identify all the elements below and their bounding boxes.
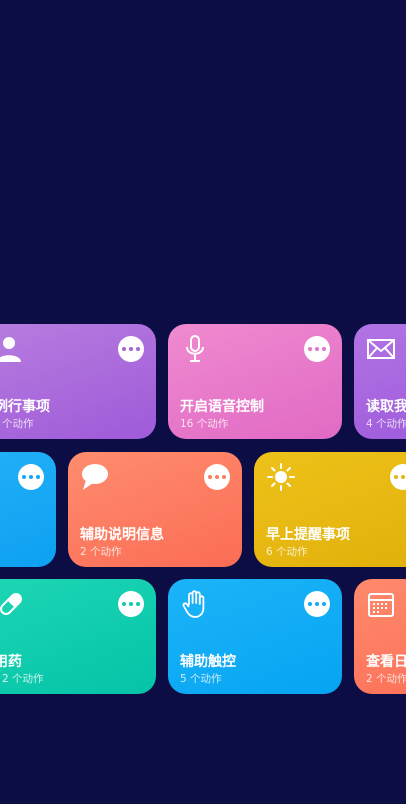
action-count: 5 个动作 — [180, 673, 222, 685]
more-options-button[interactable] — [118, 591, 144, 617]
action-count: 2 个动作 — [2, 673, 44, 685]
shortcut-title: 开启语音控制 — [180, 399, 264, 415]
shortcut-card-captions[interactable]: 辅助说明信息 2 个动作 — [68, 452, 242, 567]
hand-icon — [180, 589, 210, 619]
shortcut-title: 用药 — [0, 654, 22, 670]
shortcut-title: 读取我 — [366, 399, 406, 415]
shortcut-card-calendar[interactable]: 查看日 2 个动作 — [354, 579, 406, 694]
shortcut-card-partial[interactable] — [0, 452, 56, 567]
more-options-button[interactable] — [304, 591, 330, 617]
speech-bubble-icon — [80, 462, 110, 492]
shortcuts-gallery: 例行事项 个动作 开启语音控制 16 个动作 读取我 4 个动作 辅助说明信息 … — [0, 0, 406, 804]
shortcut-title: 辅助说明信息 — [80, 527, 164, 543]
more-options-button[interactable] — [204, 464, 230, 490]
shortcut-card-voice-control[interactable]: 开启语音控制 16 个动作 — [168, 324, 342, 439]
action-count: 个动作 — [2, 418, 34, 430]
shortcut-title: 查看日 — [366, 654, 406, 670]
sun-icon — [266, 462, 296, 492]
more-options-button[interactable] — [390, 464, 406, 490]
action-count: 6 个动作 — [266, 546, 308, 558]
envelope-icon — [366, 334, 396, 364]
shortcut-title: 例行事项 — [0, 399, 50, 415]
shortcut-card-morning-reminders[interactable]: 早上提醒事项 6 个动作 — [254, 452, 406, 567]
action-count: 4 个动作 — [366, 418, 406, 430]
action-count: 2 个动作 — [366, 673, 406, 685]
calendar-icon — [366, 589, 396, 619]
shortcut-card-read-me[interactable]: 读取我 4 个动作 — [354, 324, 406, 439]
pill-icon — [0, 589, 26, 619]
more-options-button[interactable] — [118, 336, 144, 362]
action-count: 2 个动作 — [80, 546, 122, 558]
shortcut-card-assistive-touch[interactable]: 辅助触控 5 个动作 — [168, 579, 342, 694]
shortcut-card-routine[interactable]: 例行事项 个动作 — [0, 324, 156, 439]
shortcut-card-medication[interactable]: 用药 2 个动作 — [0, 579, 156, 694]
more-options-button[interactable] — [304, 336, 330, 362]
more-options-button[interactable] — [18, 464, 44, 490]
shortcut-title: 辅助触控 — [180, 654, 236, 670]
person-icon — [0, 334, 24, 364]
microphone-icon — [180, 334, 210, 364]
action-count: 16 个动作 — [180, 418, 229, 430]
shortcut-title: 早上提醒事项 — [266, 527, 350, 543]
